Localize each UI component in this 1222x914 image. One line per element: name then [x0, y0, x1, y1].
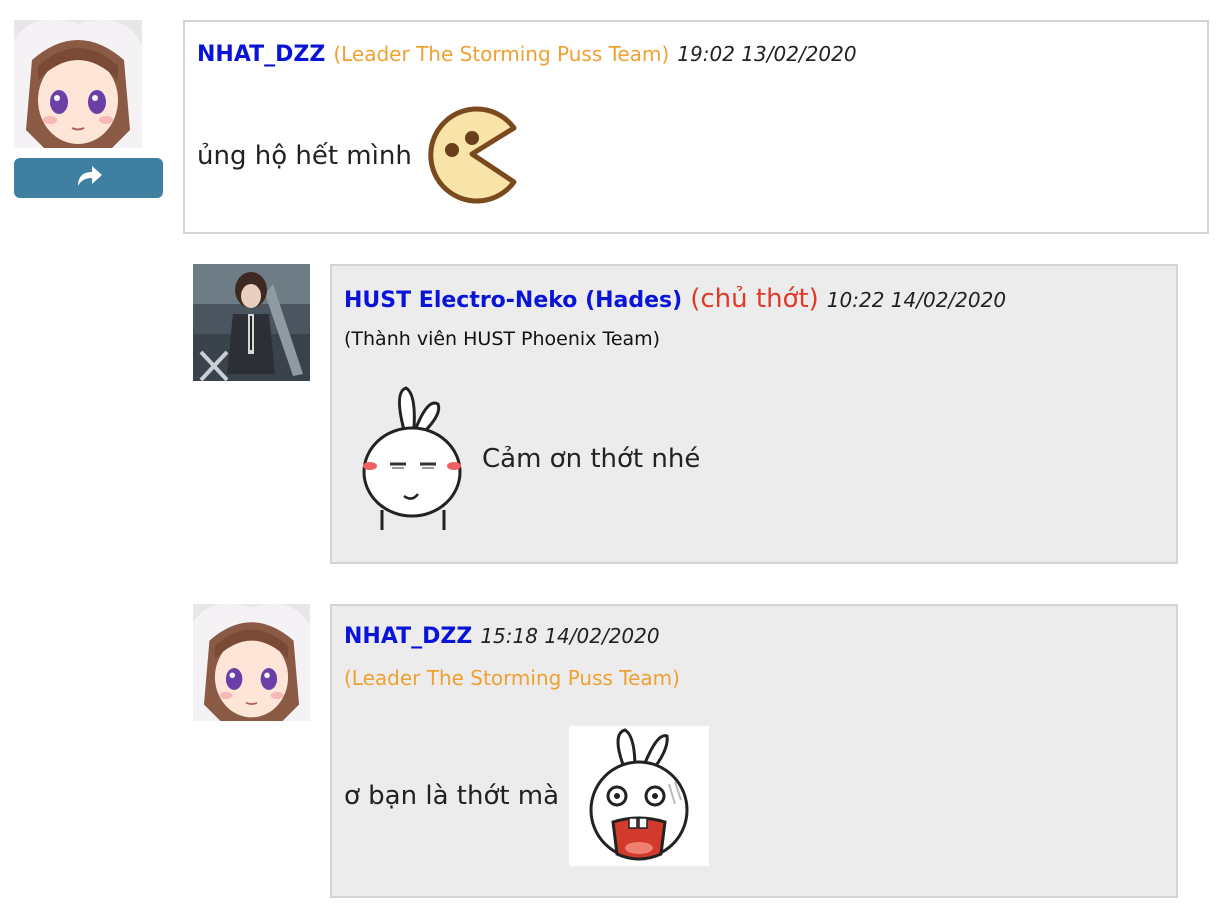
comment-username[interactable]: HUST Electro-Neko (Hades) — [344, 288, 682, 313]
comment-team: (Leader The Storming Puss Team) — [344, 666, 680, 690]
comment-2: HUST Electro-Neko (Hades) (chủ thớt) 10:… — [330, 264, 1178, 564]
comment-message: ủng hộ hết mình — [197, 141, 412, 171]
comment-member-team: (Thành viên HUST Phoenix Team) — [344, 328, 661, 350]
comment-time: 10:22 14/02/2020 — [826, 288, 1007, 312]
rabbit-shocked-emoticon — [569, 726, 710, 866]
owner-badge: (chủ thớt) — [690, 284, 819, 314]
avatar-nhat-dzz[interactable] — [193, 604, 310, 721]
rabbit-smug-emoticon — [354, 384, 470, 534]
comment-3: NHAT_DZZ 15:18 14/02/2020 (Leader The St… — [330, 604, 1178, 898]
comment-time: 15:18 14/02/2020 — [480, 624, 660, 648]
avatar-hust-electro-neko[interactable] — [193, 264, 310, 381]
pacman-emoticon — [422, 104, 522, 208]
comment-message: Cảm ơn thớt nhé — [482, 444, 701, 474]
comment-1: NHAT_DZZ (Leader The Storming Puss Team)… — [183, 20, 1209, 234]
reply-arrow-icon — [74, 164, 104, 192]
comment-username[interactable]: NHAT_DZZ — [197, 42, 325, 67]
comment-time: 19:02 13/02/2020 — [677, 42, 857, 66]
comment-message: ơ bạn là thớt mà — [344, 781, 560, 811]
reply-button[interactable] — [14, 158, 163, 198]
comment-username[interactable]: NHAT_DZZ — [344, 624, 472, 649]
comment-team: (Leader The Storming Puss Team) — [333, 42, 670, 66]
avatar-nhat-dzz[interactable] — [14, 20, 142, 148]
